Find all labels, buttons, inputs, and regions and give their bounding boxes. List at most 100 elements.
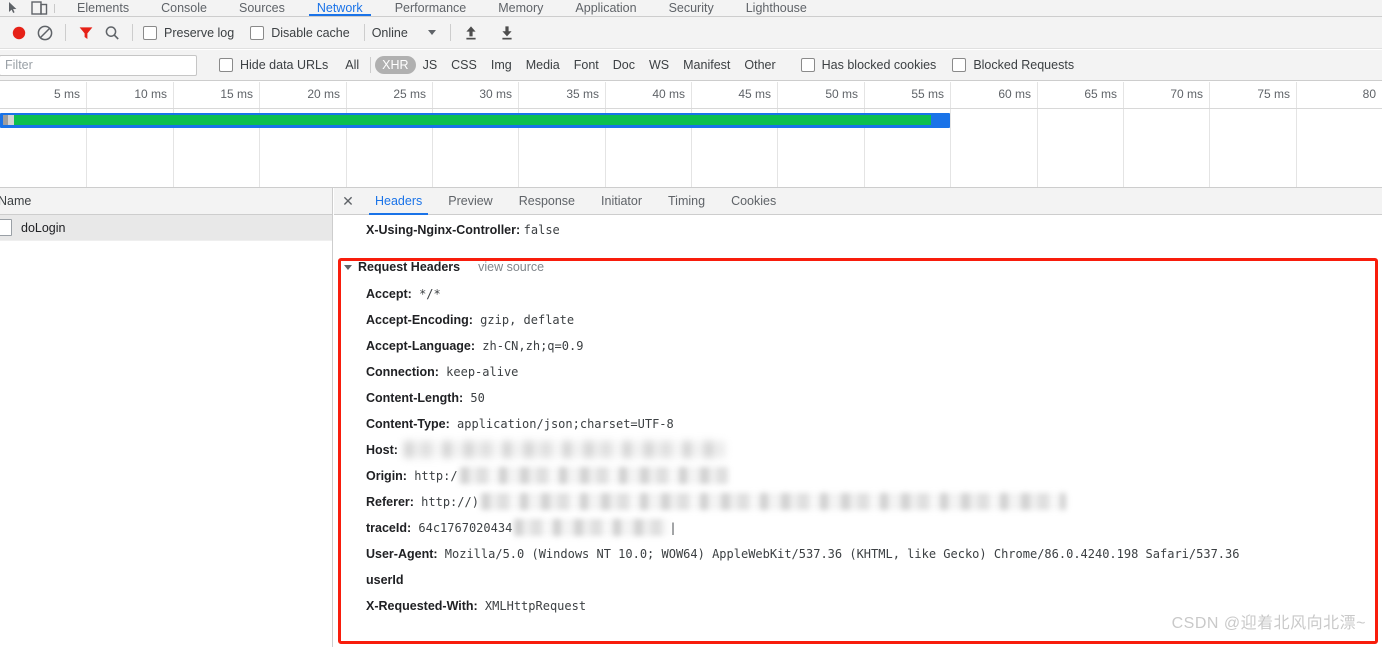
redacted-value [514, 519, 670, 537]
filter-type-media[interactable]: Media [519, 56, 567, 74]
timeline-tick-label: 25 ms [393, 87, 426, 101]
timeline-gridline [173, 82, 174, 187]
network-overview-timeline[interactable]: 5 ms 10 ms 15 ms 20 ms 25 ms 30 ms 35 ms 40 ms 4… [0, 82, 1382, 188]
panel-tab-sources[interactable]: Sources [223, 0, 301, 16]
toolbar-divider-3 [363, 24, 365, 41]
tab-headers[interactable]: Headers [362, 188, 435, 215]
header-key: Origin: [366, 469, 407, 483]
hide-data-urls-box[interactable] [219, 58, 233, 72]
timeline-gridline [86, 82, 87, 187]
timeline-tick-label: 45 ms [738, 87, 771, 101]
request-headers-title[interactable]: Request Headers [344, 253, 460, 281]
search-icon[interactable] [99, 20, 125, 46]
triangle-down-icon[interactable] [344, 264, 352, 270]
disable-cache-box[interactable] [250, 25, 265, 40]
timeline-gridline [346, 82, 347, 187]
tab-preview[interactable]: Preview [435, 188, 505, 215]
header-row: User-Agent: Mozilla/5.0 (Windows NT 10.0… [334, 541, 1382, 567]
has-blocked-cookies-checkbox[interactable]: Has blocked cookies [800, 58, 936, 72]
view-source-link[interactable]: view source [478, 253, 544, 281]
panel-tab-memory[interactable]: Memory [482, 0, 559, 16]
tab-cookies[interactable]: Cookies [718, 188, 789, 215]
header-key: Accept-Encoding: [366, 313, 473, 327]
header-row: Accept: */* [334, 281, 1382, 307]
network-toolbar: Preserve log Disable cache Online [0, 17, 1382, 49]
preserve-log-box[interactable] [143, 25, 157, 40]
timeline-gridline [518, 82, 519, 187]
filter-type-css[interactable]: CSS [444, 56, 484, 74]
panel-tab-network[interactable]: Network [301, 0, 379, 16]
inspect-cursor-icon[interactable] [0, 0, 26, 16]
filter-type-manifest[interactable]: Manifest [676, 56, 737, 74]
filter-type-ws[interactable]: WS [642, 56, 676, 74]
panel-tab-security[interactable]: Security [653, 0, 730, 16]
disable-cache-checkbox[interactable]: Disable cache [250, 25, 350, 40]
header-value: application/json;charset=UTF-8 [449, 417, 674, 431]
headers-body[interactable]: Transfer-Encoding: chunked X-Using-Nginx… [334, 215, 1382, 647]
chevron-down-icon[interactable] [427, 30, 436, 35]
filter-funnel-icon[interactable] [73, 20, 99, 46]
hide-data-urls-label: Hide data URLs [240, 58, 329, 72]
header-key: Connection: [366, 365, 439, 379]
tab-timing[interactable]: Timing [655, 188, 718, 215]
request-headers-section[interactable]: Request Headers view source [334, 253, 1382, 281]
header-key: Content-Type: [366, 417, 450, 431]
panel-tab-performance[interactable]: Performance [379, 0, 483, 16]
filter-type-all[interactable]: All [338, 56, 366, 74]
import-har-up-arrow-icon[interactable] [458, 20, 484, 46]
header-row: traceId: 64c1767020434 | [334, 515, 1382, 541]
panel-tab-console[interactable]: Console [145, 0, 223, 16]
blocked-requests-checkbox[interactable]: Blocked Requests [952, 58, 1074, 72]
has-blocked-cookies-box[interactable] [800, 58, 815, 72]
preserve-log-label: Preserve log [164, 25, 235, 40]
device-toolbar-icon[interactable] [26, 0, 52, 16]
redacted-value [403, 441, 724, 459]
section-label: Request Headers [358, 260, 461, 274]
filter-divider [370, 57, 372, 73]
request-list-panel: Name doLogin [0, 188, 333, 647]
close-icon[interactable]: ✕ [334, 188, 362, 215]
panel-tab-application[interactable]: Application [559, 0, 652, 16]
blocked-requests-label: Blocked Requests [973, 58, 1075, 72]
header-row: Connection: keep-alive [334, 359, 1382, 385]
filter-type-js[interactable]: JS [416, 56, 445, 74]
header-value: gzip, deflate [472, 313, 575, 327]
panel-tab-lighthouse[interactable]: Lighthouse [730, 0, 823, 16]
record-circle-icon[interactable] [6, 20, 32, 46]
panel-tab-elements[interactable]: Elements [61, 0, 145, 16]
header-key: userId [366, 573, 404, 587]
filter-type-xhr[interactable]: XHR [375, 56, 416, 74]
header-row: Content-Length: 50 [334, 385, 1382, 411]
throttling-select[interactable]: Online [372, 26, 436, 40]
filter-type-other[interactable]: Other [737, 56, 782, 74]
filter-type-font[interactable]: Font [567, 56, 606, 74]
timeline-tick-label: 60 ms [998, 87, 1031, 101]
header-key: Accept-Language: [366, 339, 476, 353]
header-value: keep-alive [438, 365, 519, 379]
timeline-gridline [1123, 82, 1124, 187]
clear-no-entry-icon[interactable] [32, 20, 58, 46]
table-row[interactable]: doLogin [0, 215, 332, 241]
timeline-gridline [691, 82, 692, 187]
timeline-tick-label: 15 ms [220, 87, 253, 101]
timeline-gridline [259, 82, 260, 187]
header-row: Host: [334, 437, 1382, 463]
header-row: X-Using-Nginx-Controller: false [334, 217, 1382, 243]
filter-type-doc[interactable]: Doc [606, 56, 642, 74]
timeline-tick-label: 10 ms [134, 87, 167, 101]
export-har-down-arrow-icon[interactable] [494, 20, 520, 46]
watermark: CSDN @迎着北风向北漂~ [1171, 615, 1366, 632]
tab-response[interactable]: Response [506, 188, 588, 215]
header-key: X-Requested-With: [366, 599, 478, 613]
tab-initiator[interactable]: Initiator [588, 188, 655, 215]
timeline-tick-label: 65 ms [1084, 87, 1117, 101]
filter-input[interactable] [0, 54, 197, 76]
document-icon [0, 219, 12, 236]
header-key: Accept: [366, 287, 412, 301]
preserve-log-checkbox[interactable]: Preserve log [143, 25, 235, 40]
hide-data-urls-checkbox[interactable]: Hide data URLs [219, 58, 328, 72]
header-key: Content-Length: [366, 391, 464, 405]
filter-type-img[interactable]: Img [484, 56, 519, 74]
header-value: false [523, 223, 560, 237]
blocked-requests-box[interactable] [952, 58, 967, 72]
